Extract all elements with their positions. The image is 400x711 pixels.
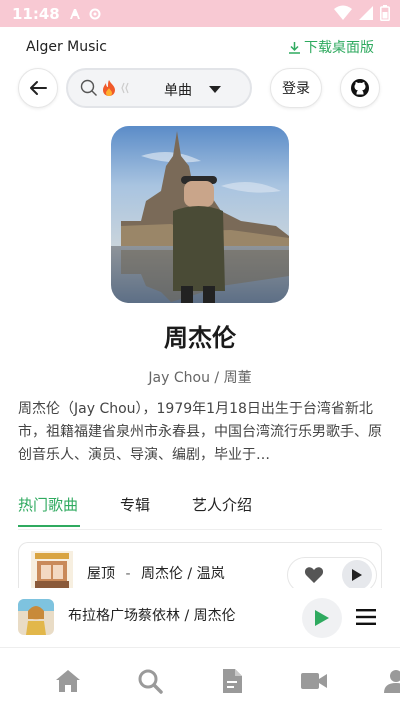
github-button[interactable] xyxy=(340,68,380,108)
battery-icon xyxy=(380,5,390,21)
login-button[interactable]: 登录 xyxy=(270,68,322,108)
heart-icon[interactable] xyxy=(304,566,324,584)
play-icon xyxy=(352,569,362,581)
now-playing-title[interactable]: 布拉格广场蔡依林 / 周杰伦 xyxy=(68,605,236,625)
nav-lists[interactable] xyxy=(218,667,246,695)
song-artists: 周杰伦 / 温岚 xyxy=(140,566,225,582)
download-label: 下载桌面版 xyxy=(304,40,374,56)
artist-alias: Jay Chou / 周董 xyxy=(148,370,252,386)
back-button[interactable] xyxy=(18,68,58,108)
nav-search[interactable] xyxy=(136,667,164,695)
tab-indicator xyxy=(18,525,80,527)
bottom-navigation xyxy=(0,649,400,711)
song-separator: - xyxy=(125,566,131,582)
now-playing-cover-image[interactable] xyxy=(18,599,54,635)
tab-artist-intro[interactable]: 艺人介绍 xyxy=(192,494,252,515)
download-icon xyxy=(289,41,300,54)
song-actions xyxy=(287,557,377,588)
fire-icon xyxy=(103,80,115,96)
song-title: 屋顶 xyxy=(87,566,115,582)
song-cover-image xyxy=(31,551,73,588)
video-icon xyxy=(301,673,327,689)
download-desktop-link[interactable]: 下载桌面版 xyxy=(288,37,374,57)
search-icon xyxy=(80,79,97,96)
status-icons xyxy=(334,5,390,21)
song-list-item[interactable]: 屋顶 - 周杰伦 / 温岚 xyxy=(18,542,382,588)
playlist-menu-icon[interactable] xyxy=(356,608,376,626)
artist-cover-image xyxy=(111,126,289,303)
nav-home[interactable] xyxy=(54,667,82,695)
app-notification-icon xyxy=(69,8,80,19)
wifi-icon xyxy=(334,5,352,20)
search-icon xyxy=(138,669,163,694)
mini-player: 布拉格广场蔡依林 / 周杰伦 xyxy=(0,588,400,648)
artist-tabs: 热门歌曲 专辑 艺人介绍 xyxy=(18,492,382,530)
document-icon xyxy=(223,669,242,693)
app-title: Alger Music xyxy=(26,39,108,55)
tab-hot-songs[interactable]: 热门歌曲 xyxy=(18,494,78,515)
github-icon xyxy=(351,79,369,97)
status-time: 11:48 xyxy=(12,4,60,23)
settings-notification-icon xyxy=(89,8,101,19)
player-play-button[interactable] xyxy=(302,598,342,638)
top-bar: 单曲 登录 xyxy=(0,68,400,108)
nav-user[interactable] xyxy=(382,667,400,695)
app-header: Alger Music 下载桌面版 xyxy=(0,30,400,64)
user-icon xyxy=(384,670,400,693)
status-bar: 11:48 xyxy=(0,0,400,27)
signal-icon xyxy=(359,6,373,20)
home-icon xyxy=(56,670,80,692)
tab-albums[interactable]: 专辑 xyxy=(120,494,150,515)
artist-name: 周杰伦 xyxy=(164,324,236,352)
arrow-left-icon xyxy=(30,81,47,95)
song-play-button[interactable] xyxy=(342,560,372,588)
play-icon xyxy=(315,610,329,626)
song-info: 屋顶 - 周杰伦 / 温岚 xyxy=(87,563,225,583)
artist-description[interactable]: 周杰伦（Jay Chou），1979年1月18日出生于台湾省新北市，祖籍福建省泉… xyxy=(18,398,382,467)
chevron-down-icon[interactable] xyxy=(208,85,222,94)
search-box[interactable]: 单曲 xyxy=(66,68,252,108)
search-type-label[interactable]: 单曲 xyxy=(164,80,192,100)
nav-video[interactable] xyxy=(300,667,328,695)
marquee-fade-icon xyxy=(121,82,129,94)
